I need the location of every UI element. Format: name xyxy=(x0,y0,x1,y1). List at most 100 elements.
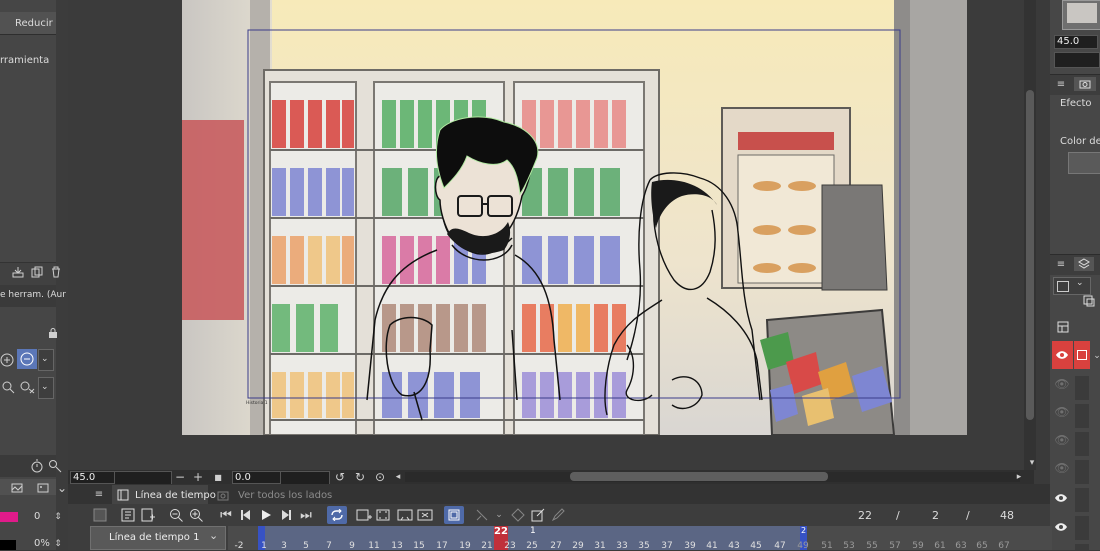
zoom-in-icon[interactable]: + xyxy=(191,470,205,484)
frame-number[interactable]: 31 xyxy=(590,542,610,551)
subtract-circle-icon[interactable] xyxy=(17,349,37,369)
rotate-left-icon[interactable]: ↺ xyxy=(333,470,347,484)
stepper-icon[interactable]: ⇕ xyxy=(51,510,65,524)
frame-number[interactable]: 45 xyxy=(746,542,766,551)
frame-number[interactable]: -2 xyxy=(229,542,249,551)
delete-cel-icon[interactable] xyxy=(417,507,433,523)
zoom-mode-dropdown[interactable]: ⌄ xyxy=(38,377,54,399)
frame-number[interactable]: 33 xyxy=(612,542,632,551)
image-tab-icon[interactable] xyxy=(36,481,50,495)
frame-number[interactable]: 65 xyxy=(972,542,992,551)
canvas-rotation-slider[interactable] xyxy=(280,471,330,485)
color-swatch[interactable] xyxy=(0,512,18,522)
frame-number[interactable]: 27 xyxy=(546,542,566,551)
frame-number[interactable]: 15 xyxy=(409,542,429,551)
frame-number[interactable]: 43 xyxy=(724,542,744,551)
duplicate-icon[interactable] xyxy=(30,265,44,279)
zoom-deselect-icon[interactable] xyxy=(18,378,36,396)
tab-view-all-label[interactable]: Ver todos los lados xyxy=(238,490,332,501)
scroll-right-icon[interactable]: ▸ xyxy=(1012,470,1026,484)
timeline-select[interactable]: Línea de tiempo 1 ⌄ xyxy=(90,526,226,550)
search-settings-icon[interactable] xyxy=(48,459,62,473)
frame-number[interactable]: 57 xyxy=(885,542,905,551)
frame-number[interactable]: 59 xyxy=(908,542,928,551)
first-frame-icon[interactable]: ⏮ xyxy=(218,507,234,523)
frame-number[interactable]: 67 xyxy=(994,542,1014,551)
menu-icon[interactable]: ≡ xyxy=(1054,77,1068,91)
camera-icon[interactable] xyxy=(1074,77,1096,91)
layer-mask-icon[interactable] xyxy=(1082,294,1096,308)
pen-icon[interactable] xyxy=(550,507,566,523)
frame-number[interactable]: 51 xyxy=(817,542,837,551)
eye-icon[interactable] xyxy=(1054,491,1068,505)
scroll-left-icon[interactable]: ◂ xyxy=(391,470,405,484)
frame-number[interactable]: 5 xyxy=(296,542,316,551)
view-all-tab-icon[interactable] xyxy=(216,488,230,502)
zoom-out-icon[interactable]: − xyxy=(173,470,187,484)
frame-number[interactable]: 61 xyxy=(930,542,950,551)
canvas-rotation-field[interactable]: 0.0 xyxy=(232,471,282,484)
stop-square-icon[interactable]: ■ xyxy=(211,470,225,484)
frame-number[interactable]: 17 xyxy=(432,542,452,551)
eye-icon[interactable] xyxy=(1054,520,1068,534)
timeline-settings-icon[interactable] xyxy=(92,507,108,523)
previous-frame-icon[interactable] xyxy=(238,507,254,523)
frame-number[interactable]: 3 xyxy=(274,542,294,551)
keyframe-icon[interactable] xyxy=(510,507,526,523)
zoom-in-timeline-icon[interactable] xyxy=(188,507,204,523)
move-tool-icon[interactable] xyxy=(474,507,490,523)
play-icon[interactable] xyxy=(258,507,274,523)
eye-icon[interactable]: 👁 xyxy=(1054,461,1069,475)
black-swatch[interactable] xyxy=(0,540,16,550)
assign-cel-icon[interactable] xyxy=(376,507,392,523)
keyframe-edit-icon[interactable] xyxy=(530,507,546,523)
zoom-select-icon[interactable] xyxy=(0,378,16,396)
frame-number[interactable]: 19 xyxy=(455,542,475,551)
canvas-zoom-slider[interactable] xyxy=(114,471,172,485)
menu-icon[interactable]: ≡ xyxy=(92,487,106,501)
opacity-value[interactable]: 0 xyxy=(34,511,40,522)
navigator-thumbnail[interactable] xyxy=(1062,0,1100,30)
next-frame-icon[interactable] xyxy=(278,507,294,523)
reset-rotation-icon[interactable]: ⊙ xyxy=(373,470,387,484)
canvas-artwork[interactable]: Historia 1 xyxy=(182,0,967,435)
zoom-out-timeline-icon[interactable] xyxy=(168,507,184,523)
selection-mode-dropdown[interactable]: ⌄ xyxy=(38,349,54,371)
last-frame-icon[interactable]: ⏭ xyxy=(298,507,314,523)
canvas-horizontal-scroll-thumb[interactable] xyxy=(570,472,828,481)
stopwatch-icon[interactable] xyxy=(30,459,44,473)
frame-number[interactable]: 47 xyxy=(770,542,790,551)
panel-toggle-icon[interactable] xyxy=(1056,320,1070,334)
frame-number[interactable]: 49 xyxy=(793,542,813,551)
layer-color-button[interactable] xyxy=(1068,152,1100,174)
lock-icon[interactable] xyxy=(46,326,60,340)
canvas-zoom-field[interactable]: 45.0 xyxy=(70,471,116,484)
blend-mode-dropdown[interactable]: ⌄ xyxy=(1053,277,1091,295)
opacity-percent[interactable]: 0% xyxy=(34,538,50,549)
frame-number[interactable]: 55 xyxy=(862,542,882,551)
download-icon[interactable] xyxy=(11,265,25,279)
frame-number[interactable]: 41 xyxy=(702,542,722,551)
collapse-label[interactable]: Reducir xyxy=(15,18,53,29)
loop-icon[interactable] xyxy=(327,506,347,524)
timeline-frames-icon[interactable] xyxy=(140,507,156,523)
frame-number[interactable]: 21 xyxy=(477,542,497,551)
layer-lock-column[interactable] xyxy=(1075,372,1089,550)
onion-skin-icon[interactable] xyxy=(444,506,464,524)
stepper-icon[interactable]: ⇕ xyxy=(51,537,65,551)
canvas-vertical-scroll-thumb[interactable] xyxy=(1026,90,1034,420)
frame-number[interactable]: 9 xyxy=(342,542,362,551)
scroll-down-icon[interactable]: ▾ xyxy=(1025,456,1039,470)
frame-number[interactable]: 29 xyxy=(568,542,588,551)
cel-film-icon[interactable] xyxy=(397,507,413,523)
frame-number[interactable]: 23 xyxy=(500,542,520,551)
navigator-zoom-field[interactable]: 45.0 xyxy=(1054,35,1098,49)
eye-icon[interactable]: 👁 xyxy=(1054,377,1069,391)
frame-number[interactable]: 1 xyxy=(254,542,274,551)
frame-number[interactable]: 53 xyxy=(839,542,859,551)
layers-icon[interactable] xyxy=(1074,257,1094,271)
menu-icon[interactable]: ≡ xyxy=(1054,257,1068,271)
frame-number[interactable]: 39 xyxy=(680,542,700,551)
trash-icon[interactable] xyxy=(49,265,63,279)
new-timeline-icon[interactable] xyxy=(120,507,136,523)
